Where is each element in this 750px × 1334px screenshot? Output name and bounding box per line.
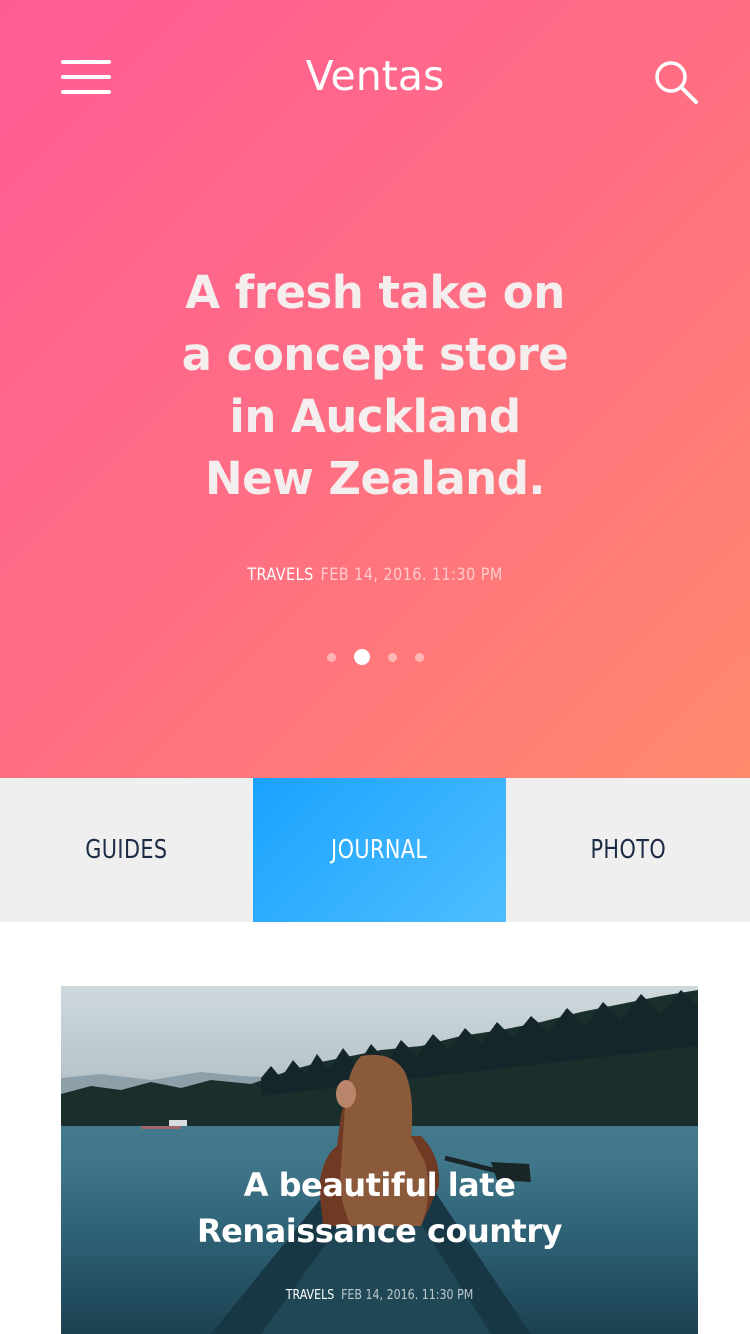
tab-label: PHOTO bbox=[590, 835, 666, 865]
card-title-line: A beautiful late bbox=[243, 1166, 516, 1204]
hero-meta: TRAVELS FEB 14, 2016. 11:30 PM bbox=[56, 565, 694, 585]
menu-bar bbox=[61, 90, 111, 94]
pagination-dot[interactable] bbox=[387, 652, 397, 662]
hero-headline-line: a concept store bbox=[181, 328, 569, 381]
carousel-pagination bbox=[0, 649, 750, 665]
hero-headline-line: A fresh take on bbox=[185, 266, 565, 319]
pagination-dot[interactable] bbox=[326, 652, 336, 662]
tab-guides[interactable]: GUIDES bbox=[0, 778, 253, 922]
hero-date: FEB 14, 2016. 11:30 PM bbox=[320, 565, 503, 585]
search-icon[interactable] bbox=[652, 58, 700, 106]
tab-label: GUIDES bbox=[85, 835, 168, 865]
card-category[interactable]: TRAVELS bbox=[286, 1288, 335, 1303]
hero-category[interactable]: TRAVELS bbox=[247, 565, 313, 585]
hero-carousel[interactable]: Ventas A fresh take on a concept store i… bbox=[0, 0, 750, 778]
pagination-dot[interactable] bbox=[414, 652, 424, 662]
lake-kayak-photo bbox=[61, 986, 698, 1334]
tab-photo[interactable]: PHOTO bbox=[506, 778, 750, 922]
pagination-dot-active[interactable] bbox=[353, 649, 370, 665]
app-title: Ventas bbox=[305, 52, 445, 100]
menu-bar bbox=[61, 75, 111, 79]
hamburger-menu-icon[interactable] bbox=[61, 60, 111, 96]
article-card[interactable]: A beautiful late Renaissance country TRA… bbox=[61, 986, 698, 1334]
tab-journal[interactable]: JOURNAL bbox=[253, 778, 506, 922]
hero-headline[interactable]: A fresh take on a concept store in Auckl… bbox=[100, 262, 650, 510]
menu-bar bbox=[61, 60, 111, 64]
category-tabs: GUIDES JOURNAL PHOTO bbox=[0, 778, 750, 922]
card-date: FEB 14, 2016. 11:30 PM bbox=[341, 1288, 474, 1303]
tab-label: JOURNAL bbox=[331, 835, 428, 865]
card-meta: TRAVELS FEB 14, 2016. 11:30 PM bbox=[109, 1288, 650, 1303]
hero-headline-line: in Auckland bbox=[229, 390, 521, 443]
hero-headline-line: New Zealand. bbox=[204, 452, 546, 505]
card-title: A beautiful late Renaissance country bbox=[61, 1162, 698, 1254]
card-title-line: Renaissance country bbox=[197, 1212, 562, 1250]
